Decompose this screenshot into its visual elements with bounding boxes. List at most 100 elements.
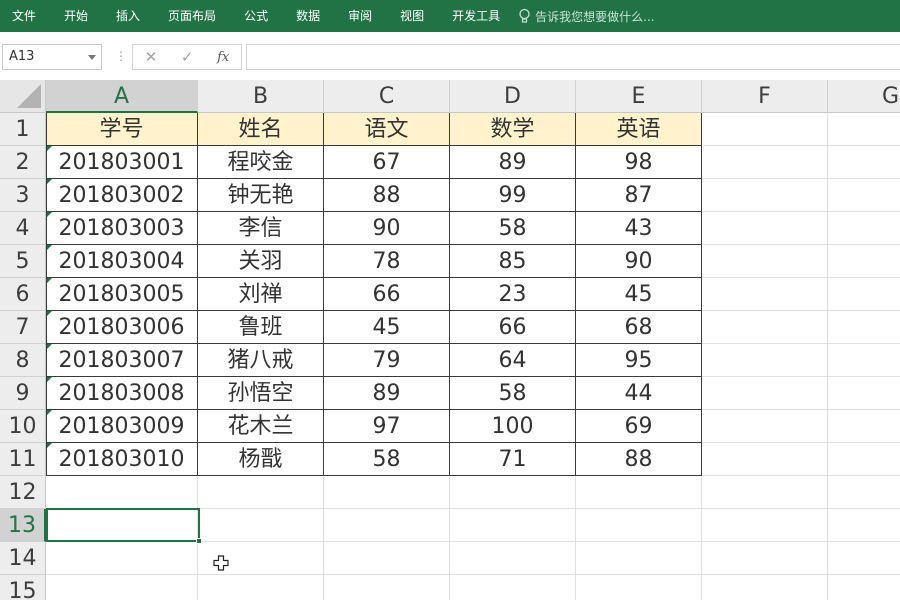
tab-view[interactable]: 视图 (386, 2, 438, 30)
table-cell[interactable]: 89 (450, 146, 576, 179)
row-header-10[interactable]: 10 (0, 410, 46, 443)
row-header-6[interactable]: 6 (0, 278, 46, 311)
enter-icon[interactable]: ✓ (181, 48, 194, 66)
table-cell[interactable]: 李信 (198, 212, 324, 245)
row-header-5[interactable]: 5 (0, 245, 46, 278)
table-cell[interactable]: 100 (450, 410, 576, 443)
row-header-12[interactable]: 12 (0, 476, 46, 509)
table-cell[interactable]: 95 (576, 344, 702, 377)
row-header-1[interactable]: 1 (0, 113, 46, 146)
table-cell[interactable]: 90 (576, 245, 702, 278)
table-cell[interactable]: 78 (324, 245, 450, 278)
table-cell[interactable]: 90 (324, 212, 450, 245)
row-header-3[interactable]: 3 (0, 179, 46, 212)
table-cell[interactable]: 99 (450, 179, 576, 212)
table-cell[interactable]: 88 (576, 443, 702, 476)
table-cell[interactable]: 201803008 (46, 377, 198, 410)
active-cell-a13[interactable] (46, 508, 202, 544)
formula-buttons: ✕ ✓ fx (132, 44, 242, 70)
table-cell[interactable]: 杨戬 (198, 443, 324, 476)
column-header-e[interactable]: E (576, 80, 702, 113)
tab-home[interactable]: 开始 (50, 2, 102, 30)
column-header-g[interactable]: G (828, 80, 900, 113)
table-cell[interactable]: 43 (576, 212, 702, 245)
table-cell[interactable]: 64 (450, 344, 576, 377)
table-cell[interactable]: 201803010 (46, 443, 198, 476)
table-cell[interactable]: 201803004 (46, 245, 198, 278)
table-header-cell[interactable]: 英语 (576, 113, 702, 146)
table-header-cell[interactable]: 姓名 (198, 113, 324, 146)
table-cell[interactable]: 鲁班 (198, 311, 324, 344)
table-cell[interactable]: 66 (324, 278, 450, 311)
tell-me-box[interactable]: 告诉我您想要做什么... (518, 8, 655, 25)
table-cell[interactable]: 钟无艳 (198, 179, 324, 212)
formula-input[interactable] (246, 44, 900, 70)
tab-developer[interactable]: 开发工具 (438, 2, 514, 30)
select-all-corner[interactable] (0, 80, 46, 113)
tell-me-text: 告诉我您想要做什么... (535, 9, 655, 24)
table-cell[interactable]: 89 (324, 377, 450, 410)
table-cell[interactable]: 68 (576, 311, 702, 344)
column-header-a[interactable]: A (46, 80, 198, 113)
table-cell[interactable]: 58 (324, 443, 450, 476)
tab-insert[interactable]: 插入 (102, 2, 154, 30)
table-cell[interactable]: 201803005 (46, 278, 198, 311)
table-cell[interactable]: 201803001 (46, 146, 198, 179)
table-header-cell[interactable]: 数学 (450, 113, 576, 146)
table-cell[interactable]: 44 (576, 377, 702, 410)
table-cell[interactable]: 201803006 (46, 311, 198, 344)
name-box[interactable]: A13 (2, 44, 102, 70)
row-header-13[interactable]: 13 (0, 509, 46, 542)
table-cell[interactable]: 201803009 (46, 410, 198, 443)
column-header-f[interactable]: F (702, 80, 828, 113)
row-header-9[interactable]: 9 (0, 377, 46, 410)
table-header-cell[interactable]: 学号 (46, 113, 198, 146)
column-header-c[interactable]: C (324, 80, 450, 113)
table-cell[interactable]: 23 (450, 278, 576, 311)
tab-formulas[interactable]: 公式 (230, 2, 282, 30)
table-cell[interactable]: 201803002 (46, 179, 198, 212)
table-cell[interactable]: 201803007 (46, 344, 198, 377)
row-header-4[interactable]: 4 (0, 212, 46, 245)
table-cell[interactable]: 97 (324, 410, 450, 443)
chevron-down-icon[interactable] (88, 55, 96, 60)
tab-page-layout[interactable]: 页面布局 (154, 2, 230, 30)
table-cell[interactable]: 85 (450, 245, 576, 278)
formula-bar-grip[interactable]: ⋮ (115, 49, 127, 63)
table-cell[interactable]: 关羽 (198, 245, 324, 278)
tab-review[interactable]: 审阅 (334, 2, 386, 30)
table-header-cell[interactable]: 语文 (324, 113, 450, 146)
row-header-8[interactable]: 8 (0, 344, 46, 377)
column-header-d[interactable]: D (450, 80, 576, 113)
table-cell[interactable]: 98 (576, 146, 702, 179)
table-cell[interactable]: 花木兰 (198, 410, 324, 443)
table-cell[interactable]: 67 (324, 146, 450, 179)
fill-handle[interactable] (196, 538, 202, 544)
cancel-icon[interactable]: ✕ (145, 48, 158, 66)
table-cell[interactable]: 刘禅 (198, 278, 324, 311)
table-cell[interactable]: 69 (576, 410, 702, 443)
column-header-b[interactable]: B (198, 80, 324, 113)
tab-data[interactable]: 数据 (282, 2, 334, 30)
table-cell[interactable]: 71 (450, 443, 576, 476)
row-header-7[interactable]: 7 (0, 311, 46, 344)
table-cell[interactable]: 孙悟空 (198, 377, 324, 410)
table-cell[interactable]: 66 (450, 311, 576, 344)
cell-cursor-icon (213, 555, 229, 571)
table-cell[interactable]: 程咬金 (198, 146, 324, 179)
table-cell[interactable]: 88 (324, 179, 450, 212)
row-header-2[interactable]: 2 (0, 146, 46, 179)
table-cell[interactable]: 79 (324, 344, 450, 377)
table-cell[interactable]: 45 (576, 278, 702, 311)
table-cell[interactable]: 58 (450, 377, 576, 410)
table-cell[interactable]: 201803003 (46, 212, 198, 245)
table-cell[interactable]: 87 (576, 179, 702, 212)
table-cell[interactable]: 猪八戒 (198, 344, 324, 377)
table-cell[interactable]: 58 (450, 212, 576, 245)
table-cell[interactable]: 45 (324, 311, 450, 344)
row-header-14[interactable]: 14 (0, 542, 46, 575)
insert-function-icon[interactable]: fx (217, 50, 229, 65)
row-header-11[interactable]: 11 (0, 443, 46, 476)
row-header-15[interactable]: 15 (0, 575, 46, 600)
tab-file[interactable]: 文件 (0, 2, 50, 30)
